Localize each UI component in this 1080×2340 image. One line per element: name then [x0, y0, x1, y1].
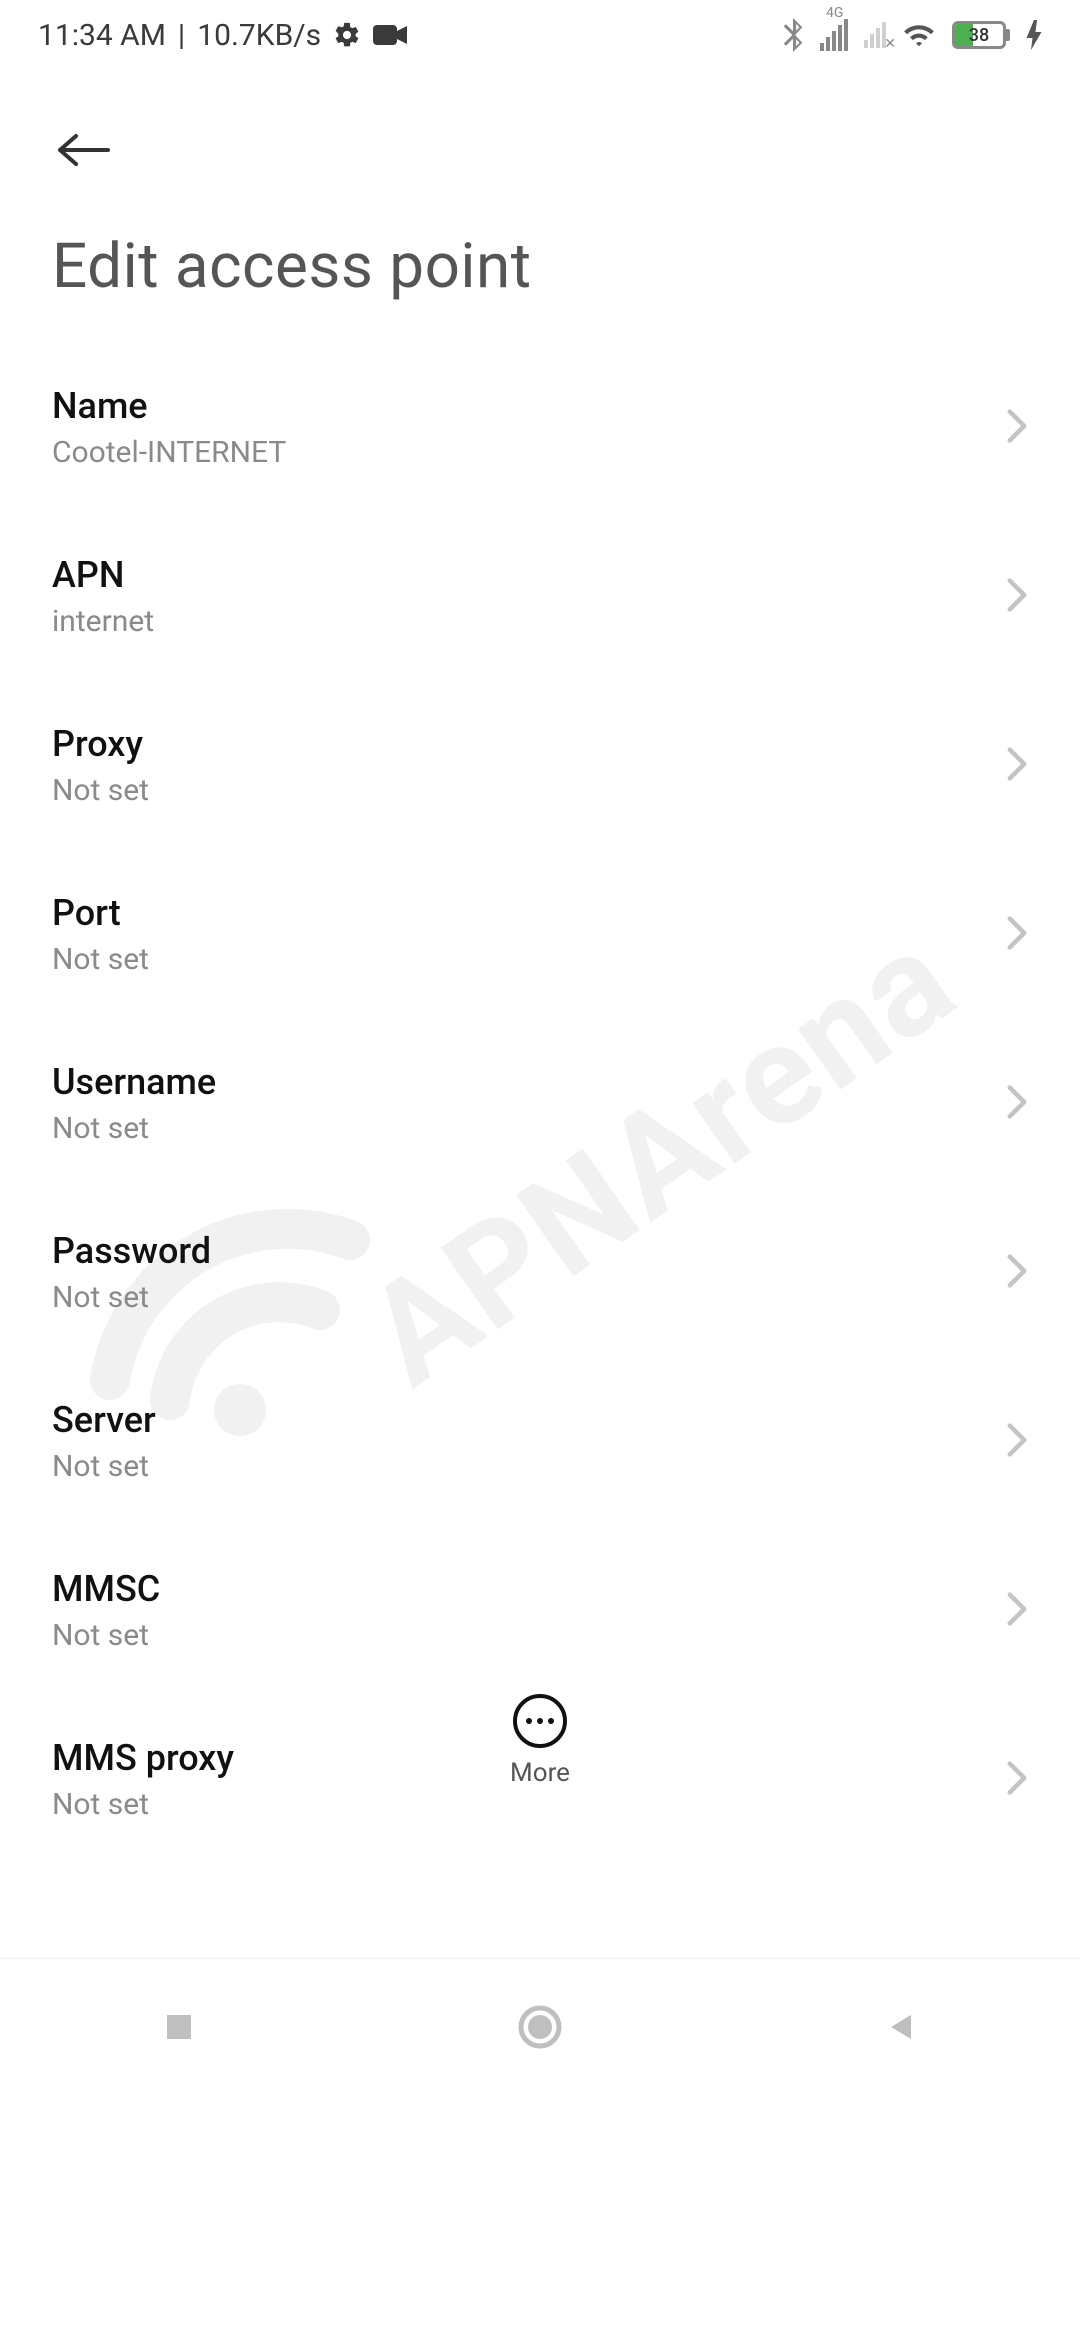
row-title: Proxy: [52, 723, 1006, 765]
nav-recent-button[interactable]: [159, 2007, 199, 2051]
arrow-left-icon: [54, 130, 110, 170]
chevron-right-icon: [1006, 577, 1028, 617]
status-separator: |: [178, 18, 185, 53]
circle-icon: [516, 2003, 564, 2051]
row-value: Not set: [52, 1280, 1006, 1315]
back-button[interactable]: [52, 120, 112, 180]
row-value: Not set: [52, 1449, 1006, 1484]
bolt-icon: [1026, 20, 1042, 50]
chevron-right-icon: [1006, 915, 1028, 955]
wifi-icon: [902, 21, 936, 49]
navigation-bar: [0, 1958, 1080, 2098]
row-value: Cootel-INTERNET: [52, 435, 1006, 470]
row-title: Port: [52, 892, 1006, 934]
row-port[interactable]: Port Not set: [52, 850, 1028, 1019]
row-title: Name: [52, 385, 1006, 427]
page-title: Edit access point: [0, 200, 1080, 343]
row-value: Not set: [52, 773, 1006, 808]
bluetooth-icon: [782, 18, 804, 52]
more-label: More: [510, 1758, 570, 1788]
signal-no-sim-icon: ✕: [864, 22, 886, 48]
row-apn[interactable]: APN internet: [52, 512, 1028, 681]
status-time: 11:34 AM: [38, 18, 166, 53]
signal-4g-icon: 4G: [820, 19, 848, 51]
battery-icon: 38: [952, 21, 1010, 49]
row-title: Username: [52, 1061, 1006, 1103]
row-value: Not set: [52, 1111, 1006, 1146]
row-title: Password: [52, 1230, 1006, 1272]
more-button[interactable]: More: [0, 1694, 1080, 1788]
row-title: APN: [52, 554, 1006, 596]
nav-home-button[interactable]: [516, 2003, 564, 2055]
row-mmsc[interactable]: MMSC Not set: [52, 1526, 1028, 1695]
settings-list: Name Cootel-INTERNET APN internet Proxy …: [0, 343, 1080, 1864]
row-proxy[interactable]: Proxy Not set: [52, 681, 1028, 850]
row-value: internet: [52, 604, 1006, 639]
chevron-right-icon: [1006, 1422, 1028, 1462]
chevron-right-icon: [1006, 1084, 1028, 1124]
triangle-left-icon: [881, 2007, 921, 2047]
row-username[interactable]: Username Not set: [52, 1019, 1028, 1188]
chevron-right-icon: [1006, 746, 1028, 786]
more-icon: [513, 1694, 567, 1748]
status-net-speed: 10.7KB/s: [197, 18, 321, 53]
square-icon: [159, 2007, 199, 2047]
row-server[interactable]: Server Not set: [52, 1357, 1028, 1526]
row-title: MMSC: [52, 1568, 1006, 1610]
videocam-icon: [373, 23, 407, 47]
row-value: Not set: [52, 1787, 1006, 1822]
row-name[interactable]: Name Cootel-INTERNET: [52, 343, 1028, 512]
chevron-right-icon: [1006, 1591, 1028, 1631]
status-bar: 11:34 AM | 10.7KB/s 4G ✕: [0, 0, 1080, 70]
chevron-right-icon: [1006, 408, 1028, 448]
row-password[interactable]: Password Not set: [52, 1188, 1028, 1357]
chevron-right-icon: [1006, 1253, 1028, 1293]
nav-back-button[interactable]: [881, 2007, 921, 2051]
gear-icon: [333, 21, 361, 49]
row-value: Not set: [52, 942, 1006, 977]
row-value: Not set: [52, 1618, 1006, 1653]
row-title: Server: [52, 1399, 1006, 1441]
